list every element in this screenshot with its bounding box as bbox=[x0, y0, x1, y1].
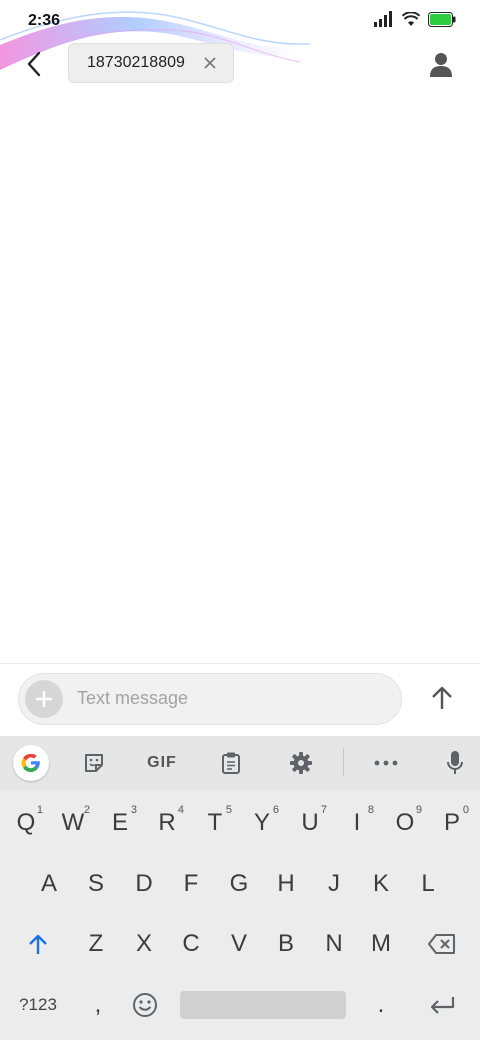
more-button[interactable] bbox=[368, 745, 404, 781]
wifi-icon bbox=[402, 11, 420, 26]
more-icon bbox=[374, 760, 398, 766]
emoji-icon bbox=[133, 993, 157, 1017]
recipient-chip[interactable]: 18730218809 bbox=[68, 43, 234, 83]
key-m[interactable]: M bbox=[358, 919, 404, 969]
key-label: O bbox=[395, 809, 415, 836]
key-hint: 9 bbox=[415, 804, 422, 816]
comma-key[interactable]: , bbox=[76, 980, 120, 1030]
key-z[interactable]: Z bbox=[73, 919, 119, 969]
key-i[interactable]: I8 bbox=[334, 798, 380, 848]
key-label: U bbox=[301, 809, 319, 836]
back-button[interactable] bbox=[16, 46, 52, 82]
sticker-button[interactable] bbox=[76, 745, 112, 781]
emoji-key[interactable] bbox=[122, 980, 168, 1030]
key-w[interactable]: W2 bbox=[50, 798, 96, 848]
key-f[interactable]: F bbox=[168, 859, 214, 909]
key-label: Q bbox=[16, 809, 36, 836]
status-icons bbox=[374, 11, 456, 27]
google-search-button[interactable] bbox=[13, 745, 49, 781]
backspace-icon bbox=[428, 934, 455, 954]
key-p[interactable]: P0 bbox=[429, 798, 475, 848]
key-q[interactable]: Q1 bbox=[3, 798, 49, 848]
add-attachment-button[interactable] bbox=[25, 680, 63, 718]
key-h[interactable]: H bbox=[263, 859, 309, 909]
key-label: P bbox=[443, 809, 460, 836]
gif-button[interactable]: GIF bbox=[140, 745, 184, 781]
key-hint: 1 bbox=[36, 804, 43, 816]
key-label: E bbox=[111, 809, 128, 836]
key-hint: 3 bbox=[130, 804, 137, 816]
compose-divider bbox=[0, 663, 480, 664]
enter-icon bbox=[430, 997, 455, 1014]
key-o[interactable]: O9 bbox=[382, 798, 428, 848]
status-time: 2:36 bbox=[28, 12, 61, 29]
key-label: R bbox=[158, 809, 176, 836]
key-hint: 5 bbox=[225, 804, 232, 816]
key-label: T bbox=[207, 809, 223, 836]
shift-arrow-icon bbox=[29, 934, 47, 954]
arrow-up-icon bbox=[432, 686, 452, 709]
status-bar: 2:36 bbox=[0, 0, 480, 71]
key-hint: 8 bbox=[367, 804, 374, 816]
send-button[interactable] bbox=[424, 680, 460, 716]
key-hint: 6 bbox=[272, 804, 279, 816]
recipient-number: 18730218809 bbox=[87, 54, 185, 71]
symbols-key[interactable]: ?123 bbox=[4, 980, 72, 1030]
keyboard-toolbar: GIF bbox=[0, 736, 480, 790]
plus-icon bbox=[36, 691, 52, 707]
keyboard: G I F Q 1 W 2 E 3 R 4 T 5 Y 6 U 7 I 8 O 9 … bbox=[0, 736, 480, 1040]
period-key[interactable]: . bbox=[358, 980, 404, 1030]
key-d[interactable]: D bbox=[121, 859, 167, 909]
key-a[interactable]: A bbox=[26, 859, 72, 909]
mic-icon bbox=[447, 751, 463, 774]
key-label: I bbox=[353, 809, 361, 836]
sticker-icon bbox=[85, 754, 103, 772]
key-g[interactable]: G bbox=[216, 859, 262, 909]
remove-recipient-button[interactable] bbox=[201, 54, 219, 72]
close-icon bbox=[204, 57, 216, 69]
key-j[interactable]: J bbox=[311, 859, 357, 909]
shift-key[interactable] bbox=[4, 919, 72, 969]
key-label: Y bbox=[253, 809, 270, 836]
key-k[interactable]: K bbox=[358, 859, 404, 909]
key-t[interactable]: T5 bbox=[192, 798, 238, 848]
key-n[interactable]: N bbox=[311, 919, 357, 969]
gif-label: GIF bbox=[147, 754, 177, 771]
message-input[interactable]: Text message bbox=[77, 688, 188, 709]
voice-input-button[interactable] bbox=[437, 745, 473, 781]
key-c[interactable]: C bbox=[168, 919, 214, 969]
key-hint: 7 bbox=[320, 804, 327, 816]
gear-icon bbox=[290, 752, 312, 774]
space-bar[interactable] bbox=[180, 991, 346, 1019]
key-u[interactable]: U7 bbox=[287, 798, 333, 848]
key-y[interactable]: Y6 bbox=[239, 798, 285, 848]
conversation-header: 18730218809 bbox=[0, 40, 480, 88]
key-x[interactable]: X bbox=[121, 919, 167, 969]
backspace-key[interactable] bbox=[408, 919, 476, 969]
battery-icon bbox=[428, 11, 456, 27]
person-icon bbox=[430, 53, 452, 77]
back-arrow-icon bbox=[27, 51, 41, 77]
contacts-button[interactable] bbox=[424, 48, 458, 82]
key-r[interactable]: R4 bbox=[144, 798, 190, 848]
key-label: W bbox=[61, 809, 85, 836]
key-l[interactable]: L bbox=[405, 859, 451, 909]
key-b[interactable]: B bbox=[263, 919, 309, 969]
key-hint: 4 bbox=[177, 804, 184, 816]
enter-key[interactable] bbox=[410, 980, 474, 1030]
clipboard-icon bbox=[222, 752, 240, 774]
toolbar-separator bbox=[343, 748, 344, 776]
compose-bar: Text message bbox=[18, 673, 402, 725]
key-s[interactable]: S bbox=[73, 859, 119, 909]
google-icon bbox=[21, 753, 40, 773]
key-e[interactable]: E3 bbox=[97, 798, 143, 848]
key-hint: 0 bbox=[462, 804, 469, 816]
keyboard-settings-button[interactable] bbox=[283, 745, 319, 781]
clipboard-button[interactable] bbox=[213, 745, 249, 781]
key-hint: 2 bbox=[83, 804, 90, 816]
signal-icon bbox=[374, 11, 392, 27]
key-v[interactable]: V bbox=[216, 919, 262, 969]
